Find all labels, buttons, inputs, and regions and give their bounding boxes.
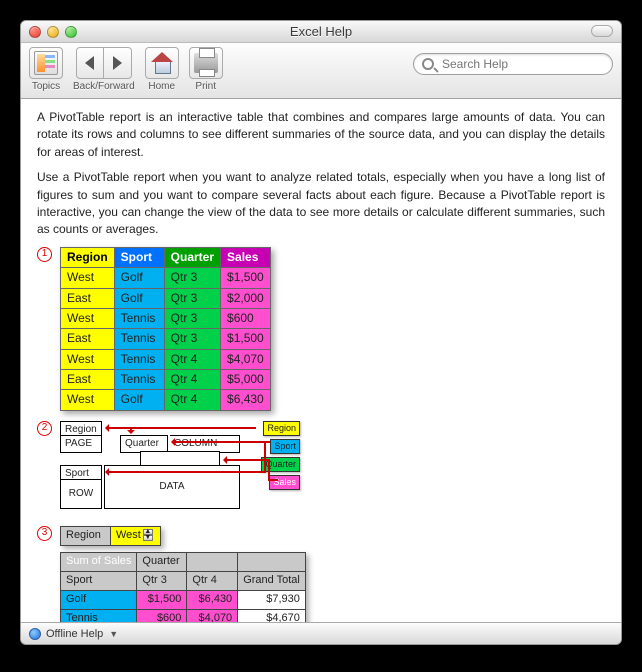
search-field[interactable] [413, 53, 613, 75]
backforward-label: Back/Forward [73, 81, 135, 92]
callout-2: 2 [37, 421, 52, 436]
callout-3: 3 [37, 526, 52, 541]
table-row: EastTennisQtr 3$1,500 [61, 329, 271, 349]
arrow-icon [224, 459, 268, 461]
table-row: EastTennisQtr 4$5,000 [61, 370, 271, 390]
table-row: WestTennisQtr 3$600 [61, 308, 271, 328]
th-sales: Sales [221, 247, 271, 267]
forward-button[interactable] [104, 47, 132, 79]
pivot-diagram: Region PAGE Quarter COLUMN Sum of Sales … [60, 421, 400, 516]
pivot-region-label: Region [61, 526, 111, 545]
intro-paragraph-2: Use a PivotTable report when you want to… [37, 169, 605, 239]
diagram-page-area: PAGE [60, 435, 102, 454]
window-title: Excel Help [21, 24, 621, 39]
th-sport: Sport [114, 247, 164, 267]
table-row: WestTennisQtr 4$4,070 [61, 349, 271, 369]
pivot-result: Region West▲▼ Sum of Sales Quarter Sport [60, 526, 306, 622]
help-content[interactable]: A PivotTable report is an interactive ta… [21, 99, 621, 622]
table-row: Tennis $600 $4,070 $4,670 [61, 609, 306, 622]
forward-icon [113, 56, 122, 70]
stepper-icon[interactable]: ▲▼ [143, 529, 153, 541]
intro-paragraph-1: A PivotTable report is an interactive ta… [37, 109, 605, 161]
topics-label: Topics [32, 81, 60, 92]
diagram-row-area: ROW [60, 479, 102, 509]
home-label: Home [148, 81, 175, 92]
toolbar: Topics Back/Forward Home Print [21, 43, 621, 99]
topics-button[interactable] [29, 47, 63, 79]
printer-icon [194, 53, 218, 73]
table-row: WestGolfQtr 3$1,500 [61, 268, 271, 288]
pivot-region-value[interactable]: West▲▼ [111, 526, 161, 545]
help-window: Excel Help Topics Back/Forward Home [20, 20, 622, 645]
th-quarter: Quarter [164, 247, 220, 267]
print-button[interactable] [189, 47, 223, 79]
status-label[interactable]: Offline Help [46, 628, 103, 640]
chip-sport: Sport [270, 439, 300, 454]
chip-sales: Sales [269, 475, 300, 490]
source-data-table: Region Sport Quarter Sales WestGolfQtr 3… [60, 247, 271, 411]
search-input[interactable] [440, 56, 604, 72]
globe-icon [29, 628, 41, 640]
search-icon [422, 58, 434, 70]
arrow-icon [130, 427, 132, 433]
chip-region: Region [263, 421, 300, 436]
back-button[interactable] [76, 47, 104, 79]
topics-icon [34, 51, 58, 75]
chevron-down-icon[interactable]: ▼ [109, 629, 118, 639]
arrow-icon [106, 471, 264, 473]
arrow-icon [106, 427, 256, 429]
home-button[interactable] [145, 47, 179, 79]
table-row: EastGolfQtr 3$2,000 [61, 288, 271, 308]
home-icon [150, 52, 174, 74]
th-region: Region [61, 247, 115, 267]
arrow-icon [172, 441, 270, 443]
callout-1: 1 [37, 247, 52, 262]
titlebar[interactable]: Excel Help [21, 21, 621, 43]
table-row: Golf $1,500 $6,430 $7,930 [61, 590, 306, 609]
print-label: Print [195, 81, 216, 92]
back-icon [85, 56, 94, 70]
toolbar-pill-button[interactable] [591, 25, 613, 37]
status-bar: Offline Help ▼ [21, 622, 621, 644]
table-row: WestGolfQtr 4$6,430 [61, 390, 271, 410]
